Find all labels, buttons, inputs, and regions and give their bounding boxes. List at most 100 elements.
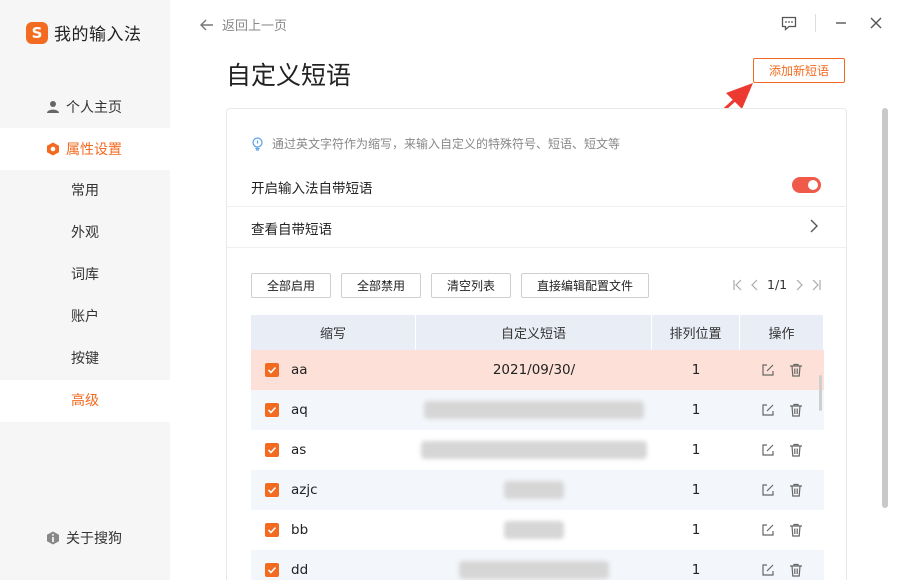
phrase-table: 缩写 自定义短语 排列位置 操作 aa 2021/09/30/ 1 aq 1 a… bbox=[251, 315, 824, 580]
arrow-left-icon bbox=[200, 19, 213, 30]
redacted-blur bbox=[459, 561, 609, 579]
phrase-cell bbox=[416, 390, 652, 430]
sidebar-item-about[interactable]: 关于搜狗 bbox=[46, 528, 122, 548]
sidebar-item-settings[interactable]: 属性设置 bbox=[0, 128, 170, 170]
row-checkbox[interactable] bbox=[265, 403, 279, 417]
edit-icon[interactable] bbox=[761, 523, 775, 537]
sidebar: S 我的输入法 个人主页 属性设置 常用 外观 词库 账户 按键 高级 关于搜狗 bbox=[0, 0, 170, 580]
close-button[interactable] bbox=[865, 12, 887, 34]
sidebar-subitem-keys[interactable]: 按键 bbox=[0, 338, 170, 380]
titlebar-divider bbox=[815, 14, 816, 32]
page-title: 自定义短语 bbox=[226, 61, 352, 90]
abbr-cell: aq bbox=[291, 402, 308, 418]
clear-list-button[interactable]: 清空列表 bbox=[431, 273, 511, 298]
check-icon bbox=[267, 366, 277, 374]
sidebar-subitem-advanced[interactable]: 高级 bbox=[0, 380, 170, 422]
table-row[interactable]: as 1 bbox=[251, 430, 824, 470]
edit-config-button[interactable]: 直接编辑配置文件 bbox=[521, 273, 649, 298]
redacted-blur bbox=[424, 401, 644, 419]
prev-page-icon[interactable] bbox=[751, 279, 759, 291]
phrase-cell bbox=[416, 470, 652, 510]
edit-icon[interactable] bbox=[761, 483, 775, 497]
position-cell: 1 bbox=[691, 562, 701, 578]
view-builtin-label[interactable]: 查看自带短语 bbox=[251, 218, 332, 238]
row-checkbox[interactable] bbox=[265, 443, 279, 457]
pagination: 1/1 bbox=[733, 277, 821, 292]
hint-text: 通过英文字符作为缩写，来输入自定义的特殊符号、短语、短文等 bbox=[272, 137, 621, 151]
delete-icon[interactable] bbox=[789, 483, 803, 497]
redacted-blur bbox=[421, 441, 647, 459]
minimize-button[interactable] bbox=[830, 12, 852, 34]
hint-row: 通过英文字符作为缩写，来输入自定义的特殊符号、短语、短文等 bbox=[251, 135, 620, 152]
edit-icon[interactable] bbox=[761, 363, 775, 377]
abbr-cell: bb bbox=[291, 522, 309, 538]
header-phrase: 自定义短语 bbox=[416, 315, 652, 350]
delete-icon[interactable] bbox=[789, 523, 803, 537]
next-page-icon[interactable] bbox=[795, 279, 803, 291]
close-icon bbox=[870, 17, 882, 29]
table-row[interactable]: aa 2021/09/30/ 1 bbox=[251, 350, 824, 390]
page-scrollbar[interactable] bbox=[882, 108, 888, 508]
sidebar-item-profile[interactable]: 个人主页 bbox=[0, 86, 170, 128]
back-link[interactable]: 返回上一页 bbox=[200, 15, 287, 34]
delete-icon[interactable] bbox=[789, 443, 803, 457]
sidebar-item-label: 属性设置 bbox=[66, 142, 122, 158]
sogou-logo-icon: S bbox=[26, 21, 48, 44]
header-position: 排列位置 bbox=[652, 315, 740, 350]
edit-icon[interactable] bbox=[761, 563, 775, 577]
chevron-right-icon[interactable] bbox=[809, 219, 819, 233]
position-cell: 1 bbox=[691, 442, 701, 458]
sidebar-subitem-dictionary[interactable]: 词库 bbox=[0, 254, 170, 296]
table-row[interactable]: aq 1 bbox=[251, 390, 824, 430]
row-checkbox[interactable] bbox=[265, 523, 279, 537]
info-hexagon-icon bbox=[47, 531, 59, 545]
minimize-icon bbox=[836, 22, 846, 24]
back-label: 返回上一页 bbox=[222, 19, 288, 34]
user-icon bbox=[47, 101, 59, 113]
abbr-cell: aa bbox=[291, 362, 308, 378]
position-cell: 1 bbox=[691, 482, 701, 498]
redacted-blur bbox=[504, 481, 564, 499]
enable-builtin-label: 开启输入法自带短语 bbox=[251, 181, 373, 197]
sidebar-subitem-account[interactable]: 账户 bbox=[0, 296, 170, 338]
check-icon bbox=[267, 406, 277, 414]
sidebar-subitem-appearance[interactable]: 外观 bbox=[0, 212, 170, 254]
app-name: 我的输入法 bbox=[54, 25, 142, 45]
check-icon bbox=[267, 566, 277, 574]
delete-icon[interactable] bbox=[789, 403, 803, 417]
abbr-cell: dd bbox=[291, 562, 309, 578]
table-row[interactable]: dd 1 bbox=[251, 550, 824, 580]
check-icon bbox=[267, 526, 277, 534]
disable-all-button[interactable]: 全部禁用 bbox=[341, 273, 421, 298]
sidebar-subitem-common[interactable]: 常用 bbox=[0, 170, 170, 212]
edit-icon[interactable] bbox=[761, 443, 775, 457]
sidebar-item-label: 个人主页 bbox=[66, 100, 122, 116]
table-row[interactable]: azjc 1 bbox=[251, 470, 824, 510]
lightbulb-icon bbox=[252, 136, 263, 151]
last-page-icon[interactable] bbox=[811, 279, 821, 291]
row-checkbox[interactable] bbox=[265, 563, 279, 577]
abbr-cell: as bbox=[291, 442, 307, 458]
row-checkbox[interactable] bbox=[265, 363, 279, 377]
delete-icon[interactable] bbox=[789, 563, 803, 577]
toggle-knob bbox=[808, 180, 818, 190]
header-actions: 操作 bbox=[740, 315, 824, 350]
brand: S 我的输入法 bbox=[26, 20, 142, 45]
table-scrollbar[interactable] bbox=[819, 375, 822, 411]
phrase-cell bbox=[416, 430, 652, 470]
feedback-button[interactable] bbox=[778, 12, 800, 34]
settings-card: 通过英文字符作为缩写，来输入自定义的特殊符号、短语、短文等 开启输入法自带短语 … bbox=[226, 108, 847, 580]
delete-icon[interactable] bbox=[789, 363, 803, 377]
edit-icon[interactable] bbox=[761, 403, 775, 417]
divider bbox=[227, 206, 846, 207]
enable-all-button[interactable]: 全部启用 bbox=[251, 273, 331, 298]
table-header: 缩写 自定义短语 排列位置 操作 bbox=[251, 315, 824, 350]
page-indicator: 1/1 bbox=[767, 277, 788, 292]
enable-builtin-toggle[interactable] bbox=[792, 177, 821, 193]
first-page-icon[interactable] bbox=[733, 279, 743, 291]
position-cell: 1 bbox=[691, 362, 701, 378]
position-cell: 1 bbox=[691, 402, 701, 418]
table-row[interactable]: bb 1 bbox=[251, 510, 824, 550]
redacted-blur bbox=[504, 521, 564, 539]
row-checkbox[interactable] bbox=[265, 483, 279, 497]
